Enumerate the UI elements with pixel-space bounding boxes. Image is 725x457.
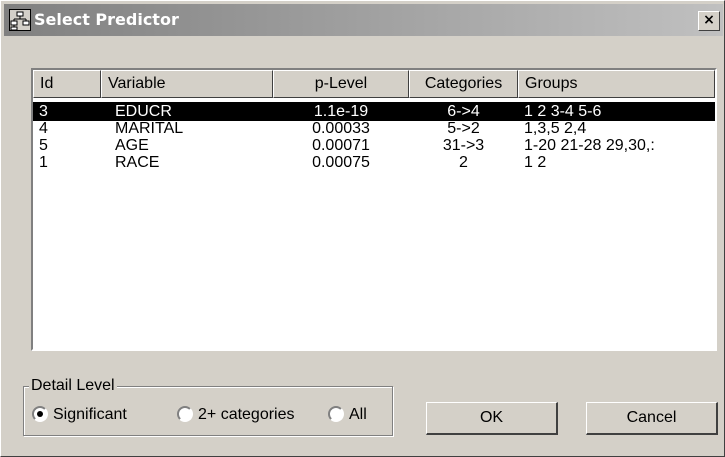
detail-level-group: Detail Level Significant 2+ categories A…: [23, 376, 393, 436]
table-row[interactable]: 1 RACE 0.00075 2 1 2: [33, 153, 715, 172]
window-title: Select Predictor: [34, 10, 179, 29]
title-bar[interactable]: Select Predictor ×: [4, 4, 723, 36]
radio-button[interactable]: [177, 406, 193, 422]
column-header-id[interactable]: Id: [33, 70, 101, 98]
cell-p-level: 0.00075: [312, 154, 370, 171]
radio-button[interactable]: [328, 406, 344, 422]
column-header-p-level[interactable]: p-Level: [273, 70, 409, 98]
cell-groups: 1 2: [524, 154, 547, 171]
tree-icon: [9, 9, 31, 31]
detail-level-label: Detail Level: [29, 376, 117, 396]
list-header: Id Variable p-Level Categories Groups: [33, 70, 715, 98]
cell-categories: 2: [459, 154, 468, 171]
column-header-variable[interactable]: Variable: [101, 70, 273, 98]
radio-dot-icon: [37, 411, 43, 417]
radio-button[interactable]: [32, 406, 48, 422]
radio-significant-label: Significant: [53, 406, 127, 423]
radio-all-label: All: [349, 406, 367, 423]
ok-button[interactable]: OK: [426, 402, 558, 435]
predictor-list[interactable]: Id Variable p-Level Categories Groups 3E…: [31, 68, 717, 351]
cell-id: 1: [39, 154, 48, 171]
close-icon[interactable]: ×: [698, 11, 720, 31]
radio-2plus-categories-label: 2+ categories: [198, 406, 295, 423]
cancel-button[interactable]: Cancel: [586, 402, 718, 435]
column-header-categories[interactable]: Categories: [409, 70, 518, 98]
select-predictor-dialog: Select Predictor × Id Variable p-Level C…: [0, 0, 725, 457]
cell-variable: RACE: [115, 154, 160, 171]
column-header-groups[interactable]: Groups: [518, 70, 715, 98]
